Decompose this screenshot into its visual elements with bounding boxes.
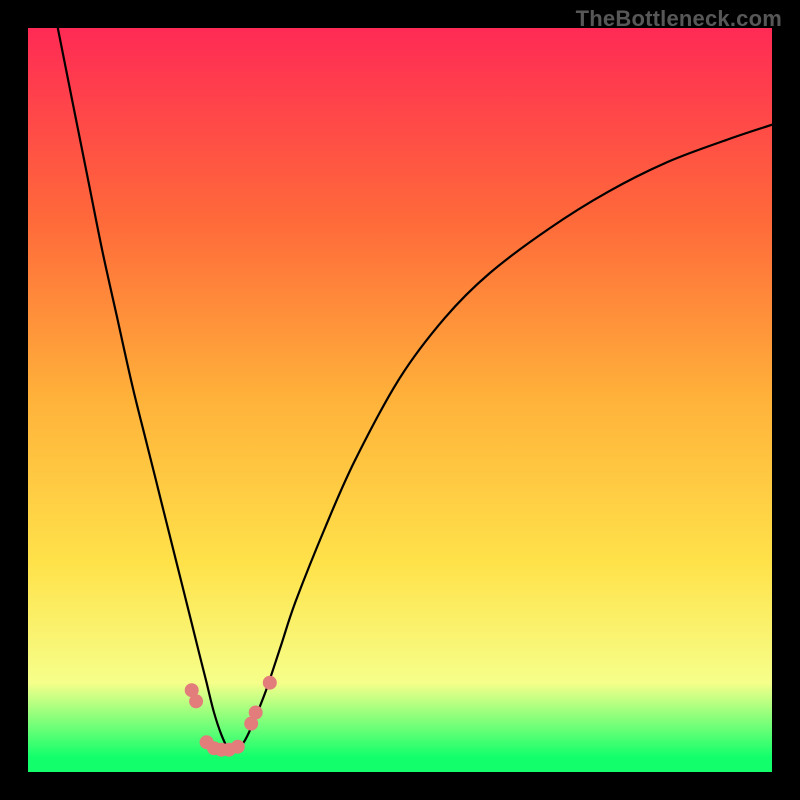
plot-svg (28, 28, 772, 772)
curve-marker (231, 740, 245, 754)
plot-area (28, 28, 772, 772)
chart-frame: TheBottleneck.com (0, 0, 800, 800)
gradient-background (28, 28, 772, 772)
curve-marker (249, 706, 263, 720)
curve-marker (263, 676, 277, 690)
watermark-text: TheBottleneck.com (576, 6, 782, 32)
curve-marker (189, 694, 203, 708)
